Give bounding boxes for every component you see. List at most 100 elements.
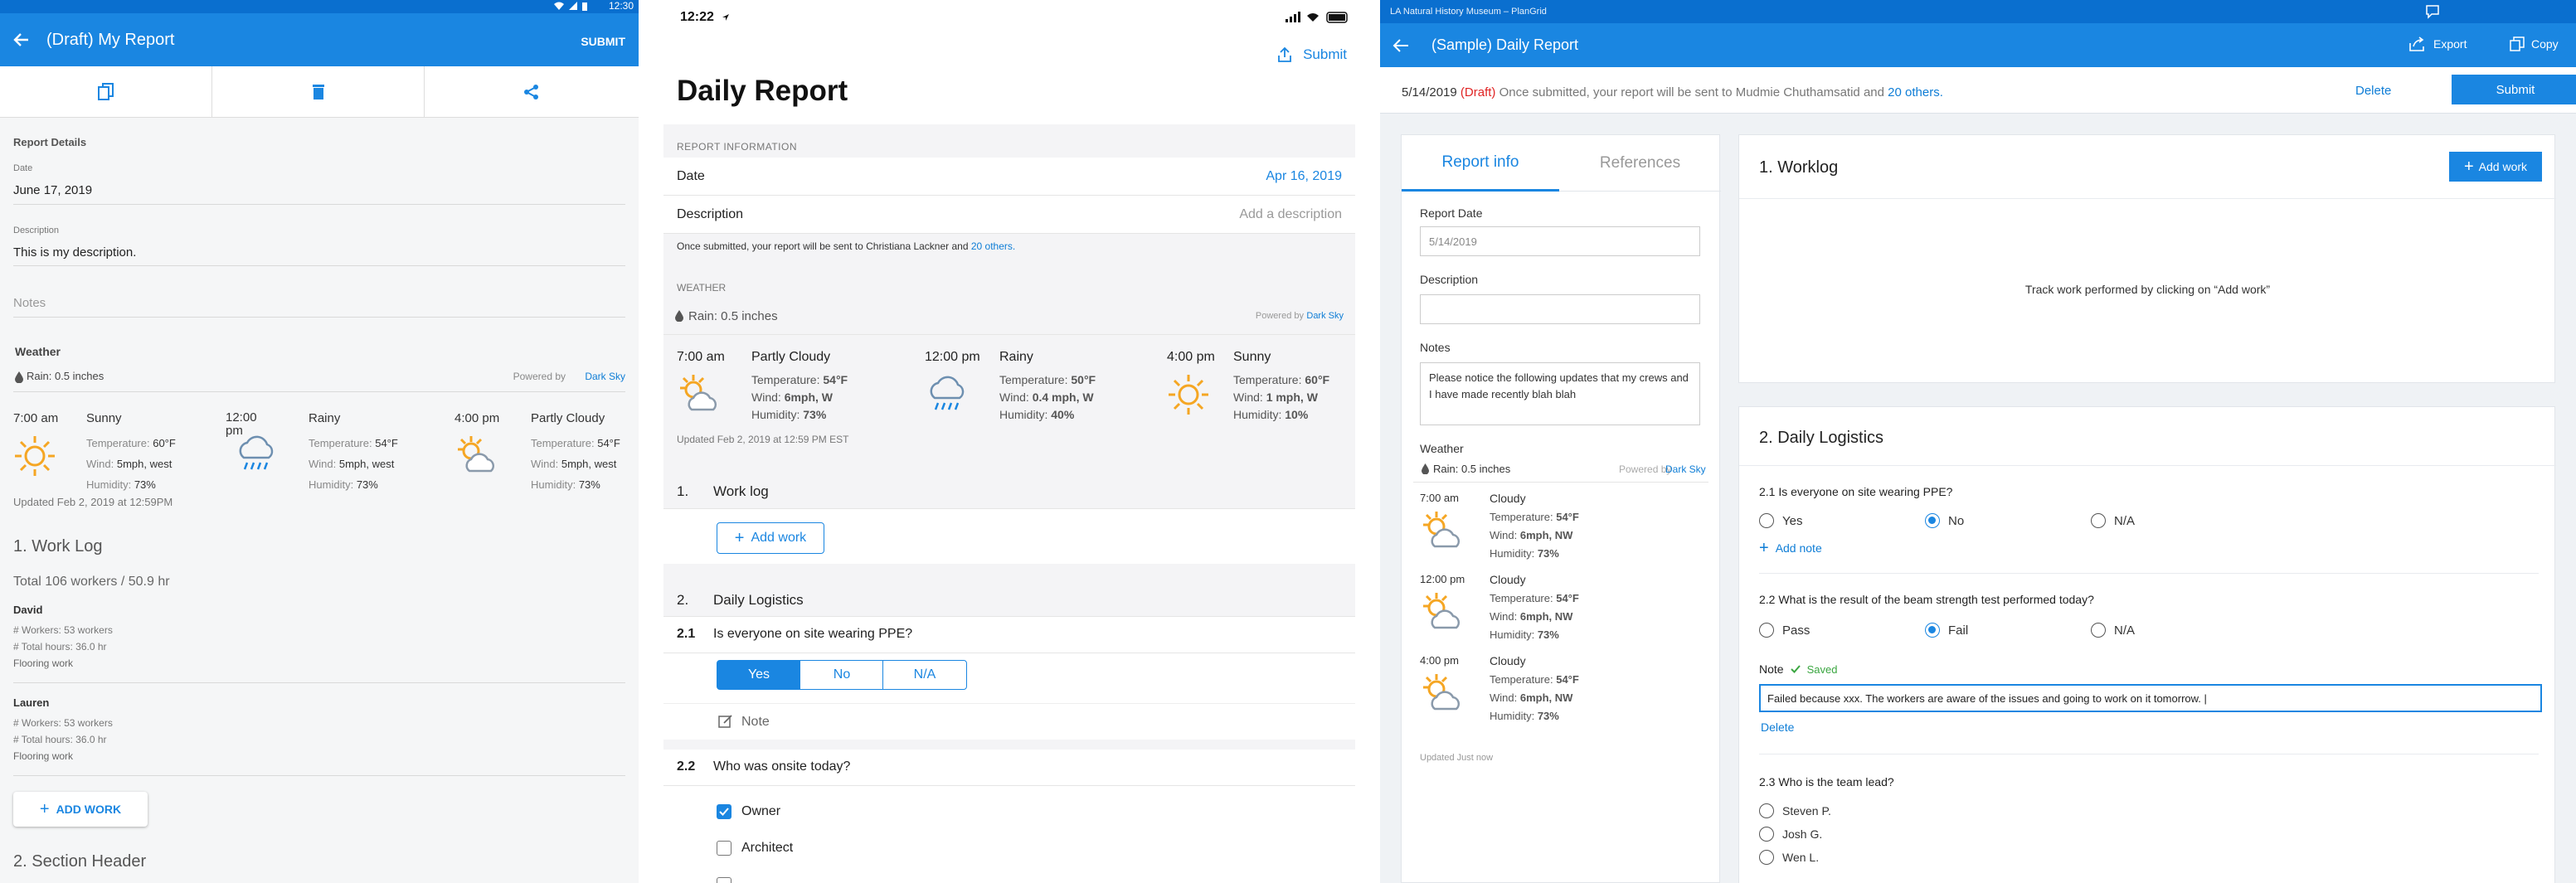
partly-cloudy-icon — [1420, 510, 1465, 553]
temp-value: 54°F — [1556, 592, 1579, 604]
radio-josh[interactable]: Josh G. — [1759, 827, 1822, 842]
recipients-link[interactable]: 20 others. — [971, 240, 1015, 252]
wind-label: Wind: — [999, 391, 1029, 404]
weather-condition: Rainy — [309, 411, 341, 425]
copy-button[interactable]: Copy — [2510, 36, 2559, 51]
list-item[interactable]: David # Workers: 53 workers # Total hour… — [13, 604, 625, 672]
weather-details: Temperature: 54°F Wind: 6mph, NW Humidit… — [1490, 508, 1579, 563]
notes-field[interactable]: Please notice the following updates that… — [1420, 362, 1700, 425]
web-report-panel: LA Natural History Museum – PlanGrid (Sa… — [1380, 0, 2576, 883]
weather-condition: Partly Cloudy — [751, 350, 831, 364]
radio-no[interactable]: No — [1925, 513, 1964, 528]
recipients-link[interactable]: 20 others. — [1888, 85, 1943, 99]
weather-entry: 12:00 pm Rainy Temperature: 50°F Wind: 0… — [925, 348, 1165, 431]
share-button[interactable] — [425, 66, 639, 118]
weather-entry: 7:00 am Partly Cloudy Temperature: 54°F … — [677, 348, 917, 431]
delete-button[interactable]: Delete — [2355, 84, 2391, 98]
add-work-button[interactable]: + ADD WORK — [13, 792, 148, 827]
checkbox-owner[interactable]: Owner — [717, 804, 780, 819]
temp-label: Temperature: — [309, 437, 372, 449]
description-field[interactable] — [1420, 294, 1700, 324]
segment-na[interactable]: N/A — [882, 660, 967, 690]
add-work-button[interactable]: + Add work — [717, 522, 824, 554]
humidity-label: Humidity: — [1490, 628, 1535, 641]
question-number: 2.2 — [677, 759, 696, 774]
weather-condition: Cloudy — [1490, 573, 1526, 586]
report-info-card: Report info References Report Date 5/14/… — [1401, 134, 1721, 883]
dark-sky-link[interactable]: Dark Sky — [1665, 463, 1706, 475]
delete-note-link[interactable]: Delete — [1761, 720, 1794, 734]
list-item[interactable]: Lauren # Workers: 53 workers # Total hou… — [13, 696, 625, 764]
dark-sky-link[interactable]: Dark Sky — [1306, 311, 1344, 321]
radio-fail[interactable]: Fail — [1925, 623, 1968, 638]
radio-yes[interactable]: Yes — [1759, 513, 1802, 528]
rain-cloud-icon — [234, 433, 277, 476]
radio-icon — [1759, 827, 1774, 842]
temp-label: Temperature: — [1490, 511, 1553, 523]
wind-label: Wind: — [309, 458, 337, 470]
radio-label: No — [1948, 513, 1965, 528]
add-note-button[interactable]: + Add note — [1759, 540, 1822, 556]
temp-label: Temperature: — [1490, 673, 1553, 686]
weather-time: 7:00 am — [1420, 492, 1459, 504]
segment-yes[interactable]: Yes — [717, 660, 801, 690]
saved-status: Saved — [1806, 662, 1838, 676]
segment-no[interactable]: No — [800, 660, 884, 690]
wind-value: 5mph, west — [116, 458, 173, 470]
worklog-heading: 1. Work Log — [13, 537, 103, 556]
feedback-icon[interactable] — [2425, 4, 2440, 19]
note-row[interactable]: Note — [663, 703, 1355, 740]
window-title: LA Natural History Museum – PlanGrid — [1390, 7, 1547, 17]
wind-value: 0.4 mph, W — [1032, 391, 1094, 404]
sun-icon — [1167, 373, 1210, 416]
checkbox-architect[interactable]: Architect — [717, 841, 793, 856]
date-value: Apr 16, 2019 — [1266, 169, 1342, 183]
add-work-button[interactable]: + Add work — [2449, 152, 2542, 182]
radio-na[interactable]: N/A — [2091, 623, 2135, 638]
submit-label: Submit — [1303, 46, 1347, 62]
weather-entry: 12:00 pm Rainy Temperature: 54°F Wind: 5… — [226, 408, 450, 499]
worker-count: # Workers: 53 workers — [13, 624, 113, 636]
checkbox-unchecked-icon[interactable] — [717, 877, 731, 883]
temp-value: 54°F — [1556, 673, 1579, 686]
export-button[interactable]: Export — [2408, 36, 2467, 51]
report-date-field[interactable]: 5/14/2019 — [1420, 226, 1700, 256]
tab-references[interactable]: References — [1559, 135, 1721, 192]
delete-button[interactable] — [212, 66, 425, 118]
radio-label: Fail — [1948, 623, 1969, 638]
updated-text: Updated Just now — [1420, 753, 1494, 763]
worker-name: David — [13, 604, 43, 616]
weather-time: 12:00 pm — [925, 350, 980, 364]
radio-pass[interactable]: Pass — [1759, 623, 1810, 638]
submit-button[interactable]: SUBMIT — [581, 35, 625, 48]
divider — [13, 204, 625, 205]
radio-wen[interactable]: Wen L. — [1759, 850, 1819, 865]
question-text: Who was onsite today? — [713, 759, 851, 774]
radio-steven[interactable]: Steven P. — [1759, 803, 1831, 818]
divider — [1413, 482, 1708, 483]
radio-na[interactable]: N/A — [2091, 513, 2135, 528]
humidity-label: Humidity: — [309, 478, 354, 491]
back-arrow-icon[interactable] — [1392, 37, 1410, 54]
submit-button[interactable]: Submit — [1278, 46, 1347, 63]
back-arrow-icon[interactable] — [12, 30, 32, 50]
checkbox-label: Architect — [741, 841, 794, 855]
humidity-value: 73% — [803, 408, 827, 421]
rain-cloud-icon — [925, 373, 968, 416]
description-field[interactable]: This is my description. — [13, 245, 136, 260]
description-row[interactable]: Description Add a description — [663, 196, 1355, 234]
note-input[interactable]: Failed because xxx. The workers are awar… — [1759, 684, 2542, 712]
date-field[interactable]: June 17, 2019 — [13, 183, 92, 197]
copy-button[interactable] — [0, 66, 212, 118]
submit-button[interactable]: Submit — [2452, 75, 2576, 104]
tab-report-info[interactable]: Report info — [1402, 135, 1559, 192]
date-row[interactable]: Date Apr 16, 2019 — [663, 158, 1355, 196]
worker-hours: # Total hours: 36.0 hr — [13, 734, 107, 745]
dark-sky-link[interactable]: Dark Sky — [585, 371, 625, 382]
temp-value: 60°F — [153, 437, 176, 449]
notes-field[interactable]: Notes — [13, 296, 46, 310]
humidity-label: Humidity: — [999, 408, 1048, 421]
status-time: 12:30 — [608, 0, 634, 12]
weather-entry: 4:00 pm Sunny Temperature: 60°F Wind: 1 … — [1167, 348, 1358, 431]
